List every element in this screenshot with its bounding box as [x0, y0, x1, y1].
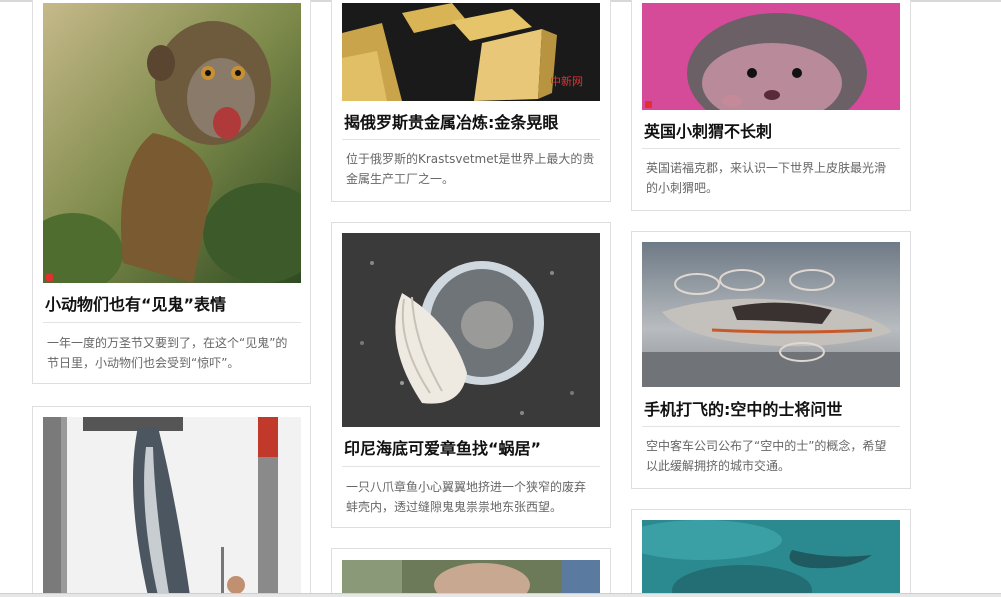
card-description: 一年一度的万圣节又要到了，在这个“见鬼”的节日里，小动物们也会受到“惊吓”。	[47, 336, 288, 370]
gallery-card-animal[interactable]	[331, 548, 611, 597]
card-divider	[642, 148, 900, 149]
gallery-card-monkey[interactable]: 小动物们也有“见鬼”表情 一年一度的万圣节又要到了，在这个“见鬼”的节日里，小动…	[32, 0, 311, 384]
card-title[interactable]: 手机打飞的:空中的士将问世	[644, 400, 898, 420]
card-title[interactable]: 英国小刺猬不长刺	[644, 122, 898, 142]
card-image-ocean[interactable]	[642, 520, 900, 597]
gallery-card-ocean[interactable]	[631, 509, 911, 597]
card-divider	[342, 139, 600, 140]
gallery-card-fish[interactable]	[32, 406, 311, 597]
card-description: 一只八爪章鱼小心翼翼地挤进一个狭窄的废弃蚌壳内，透过缝隙鬼鬼祟祟地东张西望。	[346, 480, 587, 514]
gallery-card-gold[interactable]: 中新网 揭俄罗斯贵金属冶炼:金条晃眼 位于俄罗斯的Krastsvetmet是世界…	[331, 0, 611, 202]
card-image-octopus[interactable]	[342, 233, 600, 427]
card-title[interactable]: 揭俄罗斯贵金属冶炼:金条晃眼	[344, 113, 598, 133]
card-description: 英国诺福克郡，来认识一下世界上皮肤最光滑的小刺猬吧。	[646, 161, 887, 195]
card-image-fish[interactable]	[43, 417, 301, 597]
source-badge-icon	[46, 274, 53, 281]
bottom-border	[0, 593, 1001, 597]
gallery-card-hedgehog[interactable]: 英国小刺猬不长刺 英国诺福克郡，来认识一下世界上皮肤最光滑的小刺猬吧。	[631, 0, 911, 211]
card-title[interactable]: 小动物们也有“见鬼”表情	[45, 295, 299, 315]
card-image-airtaxi[interactable]	[642, 242, 900, 387]
source-badge-icon	[645, 101, 652, 108]
card-description: 位于俄罗斯的Krastsvetmet是世界上最大的贵金属生产工厂之一。	[346, 152, 595, 186]
card-image-monkey[interactable]	[43, 3, 301, 283]
card-divider	[43, 322, 301, 323]
card-description: 空中客车公司公布了“空中的士”的概念，希望以此缓解拥挤的城市交通。	[646, 439, 887, 473]
svg-text:中新网: 中新网	[550, 74, 583, 88]
card-title[interactable]: 印尼海底可爱章鱼找“蜗居”	[344, 439, 598, 459]
gallery-card-airtaxi[interactable]: 手机打飞的:空中的士将问世 空中客车公司公布了“空中的士”的概念，希望以此缓解拥…	[631, 231, 911, 489]
card-image-animal[interactable]	[342, 560, 600, 597]
card-divider	[342, 466, 600, 467]
card-image-gold[interactable]: 中新网	[342, 3, 600, 101]
gallery-card-octopus[interactable]: 印尼海底可爱章鱼找“蜗居” 一只八爪章鱼小心翼翼地挤进一个狭窄的废弃蚌壳内，透过…	[331, 222, 611, 528]
card-divider	[642, 426, 900, 427]
card-image-hedgehog[interactable]	[642, 3, 900, 110]
